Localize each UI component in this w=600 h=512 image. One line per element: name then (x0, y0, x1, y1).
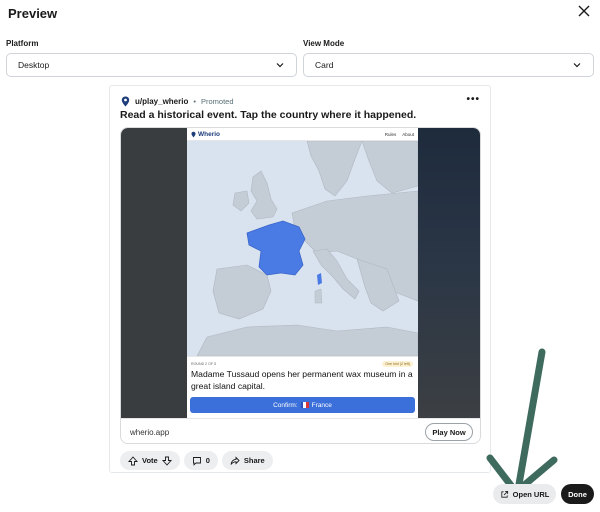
modal-title: Preview (8, 6, 58, 21)
share-icon (230, 455, 240, 465)
share-label: Share (243, 456, 265, 465)
game-rules-link: Rules (384, 131, 397, 137)
game-question: Madame Tussaud opens her permanent wax m… (191, 369, 413, 391)
close-icon (578, 5, 590, 17)
game-logo: Wherio (191, 131, 220, 138)
comment-icon (192, 456, 201, 466)
platform-label: Platform (6, 39, 39, 48)
media-backdrop-right (418, 128, 480, 418)
separator-dot: • (193, 96, 196, 106)
external-link-icon (501, 490, 508, 498)
confirm-button: Confirm: France (190, 397, 415, 413)
media-backdrop-left (121, 128, 187, 418)
view-mode-value: Card (315, 60, 334, 70)
game-logo-text: Wherio (198, 130, 221, 138)
game-screenshot: Wherio Rules About ROUND 2 OF 5 One hint… (187, 128, 418, 418)
confirm-label: Confirm: (273, 401, 298, 409)
post-header: u/play_wherio • Promoted (121, 94, 234, 108)
europe-map (187, 141, 418, 356)
chevron-down-icon (276, 63, 284, 68)
view-mode-select[interactable]: Card (303, 53, 594, 77)
round-row: ROUND 2 OF 5 One hint (2 left) (191, 361, 413, 367)
round-label: ROUND 2 OF 5 (191, 362, 217, 366)
comments-button[interactable]: 0 (183, 451, 218, 470)
location-pin-icon (121, 96, 130, 107)
more-options-button[interactable]: ••• (466, 94, 480, 105)
post-username[interactable]: u/play_wherio (135, 97, 188, 106)
media-footer: wherio.app Play Now (121, 418, 480, 443)
post-domain[interactable]: wherio.app (130, 428, 169, 437)
hint-badge: One hint (2 left) (382, 361, 413, 367)
chevron-down-icon (573, 63, 581, 68)
play-now-button[interactable]: Play Now (425, 423, 473, 441)
comments-count: 0 (205, 456, 210, 465)
downvote-icon[interactable] (161, 456, 172, 466)
post-actions: Vote 0 Share (120, 451, 273, 470)
close-button[interactable] (576, 3, 592, 19)
post-title: Read a historical event. Tap the country… (120, 109, 417, 121)
open-url-button[interactable]: Open URL (493, 484, 556, 504)
post-media[interactable]: Wherio Rules About ROUND 2 OF 5 One hint… (120, 127, 481, 444)
view-mode-label: View Mode (303, 39, 345, 48)
vote-button[interactable]: Vote (120, 451, 180, 470)
location-pin-icon (191, 131, 196, 137)
open-url-label: Open URL (512, 489, 550, 499)
france-flag-icon (300, 402, 309, 408)
post-card: u/play_wherio • Promoted ••• Read a hist… (109, 85, 491, 473)
promoted-label: Promoted (201, 96, 234, 106)
game-topbar: Wherio Rules About (187, 128, 418, 141)
platform-select[interactable]: Desktop (6, 53, 297, 77)
upvote-icon[interactable] (128, 455, 138, 466)
confirm-country: France (311, 401, 332, 409)
vote-label: Vote (142, 456, 158, 465)
done-button[interactable]: Done (561, 484, 594, 504)
platform-value: Desktop (18, 60, 50, 70)
map-land-sardinia (314, 288, 323, 304)
share-button[interactable]: Share (221, 451, 273, 470)
game-question-panel: ROUND 2 OF 5 One hint (2 left) Madame Tu… (187, 356, 418, 418)
game-about-link: About (402, 131, 414, 137)
